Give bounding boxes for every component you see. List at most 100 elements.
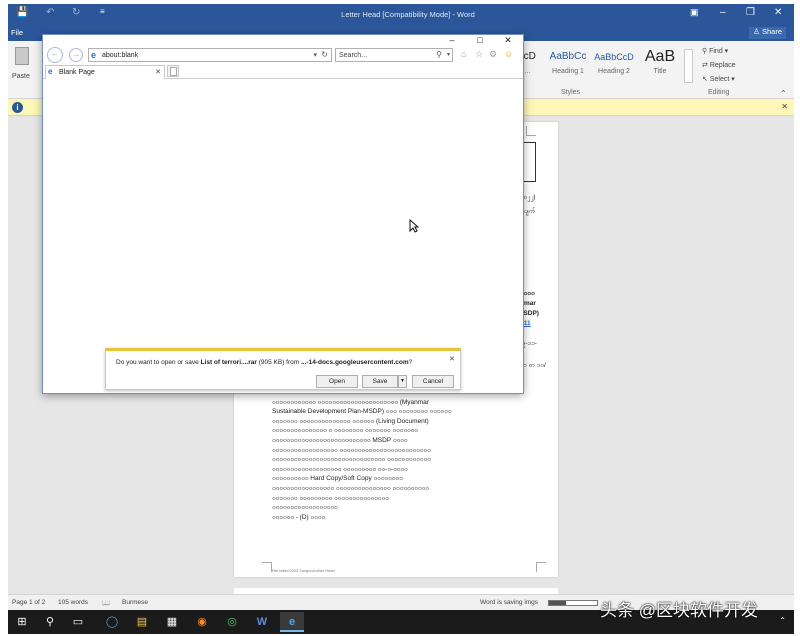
editing-group-label: Editing (708, 89, 730, 96)
search-placeholder[interactable]: Search... (339, 52, 367, 59)
edge-icon[interactable]: ◯ (100, 612, 124, 632)
address-text[interactable]: about:blank (102, 52, 138, 59)
close-tab-icon[interactable]: ✕ (155, 68, 161, 76)
cancel-button[interactable]: Cancel (412, 375, 454, 388)
style-sample: AaBbCcD (594, 52, 634, 62)
file-explorer-icon[interactable]: ▤ (130, 612, 154, 632)
info-icon: i (12, 102, 23, 113)
address-dropdown-icon[interactable]: ▾ (313, 51, 317, 59)
task-view-icon[interactable]: ▭ (66, 612, 90, 632)
body-line: ဝဝဝဝဝဝဝဝဝဝဝဝဝဝဝ ဝ ဝဝဝဝဝဝဝဝ ဝဝဝဝဝဝဝ ဝဝဝဝဝ… (272, 427, 418, 435)
ribbon-display-options-icon[interactable]: ▣ (690, 7, 699, 18)
redo-icon[interactable]: ↻ (72, 7, 80, 18)
word-count[interactable]: 105 words (58, 599, 88, 606)
refresh-icon[interactable]: ↻ (321, 50, 328, 59)
body-line: ဝဝဝဝဝဝဝဝဝဝဝဝဝဝဝဝဝဝ (272, 504, 338, 512)
doc-fragment: ပျက် (524, 208, 536, 215)
new-tab-icon (170, 67, 177, 76)
open-button[interactable]: Open (316, 375, 358, 388)
internet-explorer-icon[interactable]: e (280, 612, 304, 632)
body-line: ဝဝဝဝဝဝဝဝဝဝဝဝဝဝဝဝဝဝဝဝဝဝဝဝဝဝဝ MSDP ဝဝဝဝ (272, 436, 408, 444)
close-button[interactable]: ✕ (774, 7, 782, 18)
new-tab-button[interactable] (167, 65, 179, 77)
store-icon[interactable]: ▦ (160, 612, 184, 632)
ie-close-button[interactable]: ✕ (495, 35, 521, 46)
windows-start-icon[interactable]: ⊞ (10, 612, 34, 632)
tray-overflow-icon[interactable]: ⌃ (779, 616, 786, 625)
word-icon[interactable]: W (250, 612, 274, 632)
proofing-icon[interactable]: 📖 (102, 599, 110, 607)
language-indicator[interactable]: Burmese (122, 599, 148, 606)
close-download-bar-icon[interactable]: ✕ (449, 355, 455, 363)
style-title[interactable]: AaB Title (638, 49, 682, 79)
crop-mark (536, 562, 546, 572)
paste-label: Paste (12, 73, 30, 80)
question-suffix: ? (408, 359, 413, 366)
replace-icon: ⇄ (702, 62, 708, 69)
document-body: ဝဝဝဝဝဝဝဝဝ ဝဝဝဝဝဝဝဝဝဝဝဝဝဝဝဝ ဝဝဝဝဝဝဝဝဝဝဝဝ … (272, 388, 542, 522)
search-dropdown-icon[interactable]: ▾ (447, 51, 450, 58)
body-line: ဝဝဝဝဝဝဝဝဝဝ Hard Copy/Soft Copy ဝဝဝဝဝဝဝဝ (272, 475, 403, 483)
forward-button[interactable]: → (69, 48, 83, 62)
maximize-button[interactable]: ❐ (746, 7, 755, 18)
style-sample: AaB (644, 49, 676, 65)
magnifier-icon: ⚲ (702, 48, 708, 55)
save-button[interactable]: Save (362, 375, 398, 388)
back-button[interactable]: ← (47, 47, 63, 63)
share-label: Share (761, 27, 782, 36)
styles-group-label: Styles (561, 89, 581, 96)
tab-file[interactable]: File (11, 28, 23, 37)
address-bar[interactable]: e about:blank ▾ ↻ (88, 48, 332, 62)
select-button[interactable]: ↖ Select ▾ (702, 75, 735, 83)
style-heading-1[interactable]: AaBbCc Heading 1 (546, 49, 590, 79)
page-footer: Ref letter/2023 Yangon/Letter Head (272, 568, 335, 573)
styles-gallery-scroll[interactable] (684, 49, 693, 83)
body-line: ဝဝဝဝဝဝ - (D) ဝဝဝဝ (272, 513, 326, 521)
find-button[interactable]: ⚲ Find ▾ (702, 47, 728, 55)
ie-search-box[interactable]: Search... ⚲ ▾ (335, 48, 453, 62)
style-name: Heading 2 (598, 68, 630, 75)
window-title: Letter Head [Compatibility Mode] - Word (341, 10, 475, 19)
undo-icon[interactable]: ↶ (46, 7, 54, 18)
close-message-icon[interactable]: ✕ (781, 102, 788, 111)
home-icon[interactable]: ⌂ (461, 49, 466, 59)
search-icon[interactable]: ⚲ (38, 612, 62, 632)
tab-blank-page[interactable]: e Blank Page ✕ (45, 65, 165, 79)
ie-window[interactable]: – □ ✕ ← → e about:blank ▾ ↻ Search... ⚲ … (42, 34, 524, 394)
tab-label: Blank Page (59, 69, 95, 76)
saving-status: Word is saving imgs (480, 599, 539, 606)
replace-button[interactable]: ⇄ Replace (702, 61, 736, 69)
paste-button[interactable]: Paste (12, 47, 34, 91)
saving-progress-bar (548, 600, 598, 606)
saving-progress-fill (549, 601, 566, 605)
share-button[interactable]: ♙ Share (749, 27, 786, 39)
download-file-name: List of terrori....rar (200, 359, 257, 366)
ie-maximize-button[interactable]: □ (467, 35, 493, 45)
cursor-arrow-icon (409, 219, 419, 233)
settings-gear-icon[interactable]: ⚙ (489, 49, 497, 60)
style-name: Heading 1 (552, 68, 584, 75)
body-line: Sustainable Development Plan-MSDP) ဝဝဝ ဝ… (272, 408, 452, 416)
favorites-star-icon[interactable]: ☆ (475, 49, 483, 60)
download-size: (905 KB) from (256, 359, 301, 366)
question-prefix: Do you want to open or save (116, 359, 201, 366)
customize-quick-access-icon[interactable]: ≡ (100, 7, 105, 16)
crop-mark (262, 562, 272, 572)
feedback-smiley-icon[interactable]: ☺ (504, 49, 513, 59)
save-options-dropdown-icon[interactable]: ▼ (398, 375, 407, 388)
body-line: ဝဝဝဝဝဝဝဝဝဝဝဝဝဝဝဝဝဝဝ ဝဝဝဝဝဝဝဝဝ ဝဝ-ဝ-ဝဝဝဝ (272, 465, 408, 473)
watermark-text: 头条 @区块软件开发 (600, 601, 758, 620)
search-icon[interactable]: ⚲ (436, 50, 442, 59)
firefox-icon[interactable]: ◉ (190, 612, 214, 632)
download-source: ...-14-docs.googleusercontent.com (301, 359, 409, 366)
cursor-arrow-icon: ↖ (702, 76, 708, 83)
page-count[interactable]: Page 1 of 2 (12, 599, 45, 606)
style-heading-2[interactable]: AaBbCcD Heading 2 (592, 49, 636, 79)
body-line: ဝဝဝဝဝဝဝ ဝဝဝဝဝဝဝဝဝ ဝဝဝဝဝဝဝဝဝဝဝဝဝဝဝ (272, 494, 389, 502)
clipboard-icon (15, 47, 29, 65)
minimize-button[interactable]: – (720, 7, 726, 18)
ie-minimize-button[interactable]: – (439, 35, 465, 45)
chrome-icon[interactable]: ◎ (220, 612, 244, 632)
save-icon[interactable]: 💾 (16, 7, 28, 18)
collapse-ribbon-icon[interactable]: ⌃ (780, 89, 787, 98)
